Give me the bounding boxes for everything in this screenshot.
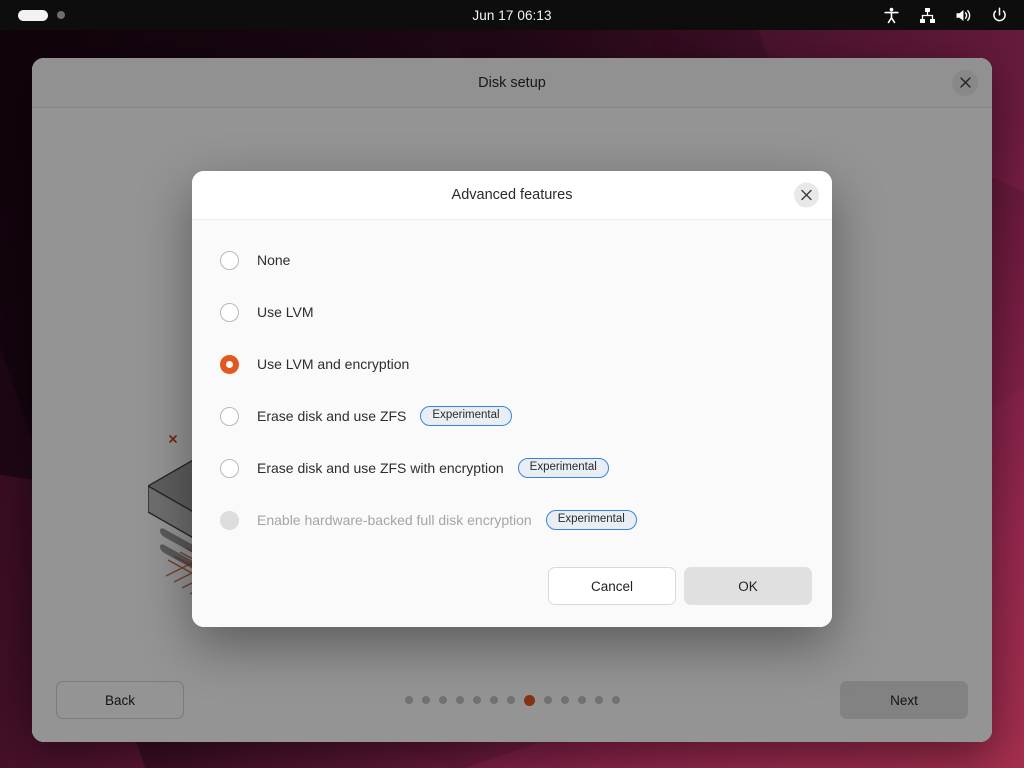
dialog-body: None Use LVM Use LVM and encryption Erase d… — [192, 220, 832, 627]
radio-option-3[interactable]: Erase disk and use ZFS Experimental — [220, 402, 832, 430]
radio-button-0[interactable] — [220, 250, 239, 270]
radio-label-0: None — [257, 252, 291, 268]
radio-option-1[interactable]: Use LVM — [220, 298, 832, 326]
radio-button-5 — [220, 510, 239, 530]
experimental-badge-5: Experimental — [545, 509, 637, 531]
system-tray — [883, 7, 1024, 24]
volume-icon[interactable] — [955, 7, 972, 24]
radio-option-2[interactable]: Use LVM and encryption — [220, 350, 832, 378]
radio-option-4[interactable]: Erase disk and use ZFS with encryption Ex… — [220, 454, 832, 482]
radio-option-5: Enable hardware-backed full disk encrypt… — [220, 506, 832, 534]
workspace-indicator[interactable] — [0, 9, 65, 21]
experimental-badge-4: Experimental — [517, 457, 609, 479]
radio-button-3[interactable] — [220, 406, 239, 426]
close-icon — [801, 189, 812, 201]
dialog-actions: Cancel OK — [548, 567, 812, 605]
radio-option-0[interactable]: None — [220, 246, 832, 274]
dialog-close-button[interactable] — [794, 182, 819, 208]
radio-button-2[interactable] — [220, 354, 239, 374]
clock[interactable]: Jun 17 06:13 — [0, 8, 1024, 23]
radio-label-4: Erase disk and use ZFS with encryption — [257, 460, 504, 476]
experimental-badge-3: Experimental — [420, 405, 512, 427]
system-top-bar: Jun 17 06:13 — [0, 0, 1024, 30]
accessibility-icon[interactable] — [883, 7, 900, 24]
radio-label-3: Erase disk and use ZFS — [257, 408, 407, 424]
power-icon[interactable] — [991, 7, 1008, 24]
advanced-features-dialog: Advanced features None Use LVM Use LVM and… — [192, 171, 832, 627]
radio-button-1[interactable] — [220, 302, 239, 322]
workspace-active-indicator[interactable] — [18, 9, 48, 21]
dialog-titlebar: Advanced features — [192, 171, 832, 220]
network-icon[interactable] — [919, 7, 936, 24]
dialog-title: Advanced features — [451, 187, 573, 203]
workspace-inactive-indicator[interactable] — [57, 11, 65, 19]
radio-label-2: Use LVM and encryption — [257, 356, 410, 372]
ok-button[interactable]: OK — [684, 567, 812, 605]
radio-button-4[interactable] — [220, 458, 239, 478]
cancel-button[interactable]: Cancel — [548, 567, 676, 605]
advanced-features-radio-group: None Use LVM Use LVM and encryption Erase d… — [192, 246, 832, 534]
radio-label-1: Use LVM — [257, 304, 314, 320]
radio-label-5: Enable hardware-backed full disk encrypt… — [257, 512, 532, 528]
